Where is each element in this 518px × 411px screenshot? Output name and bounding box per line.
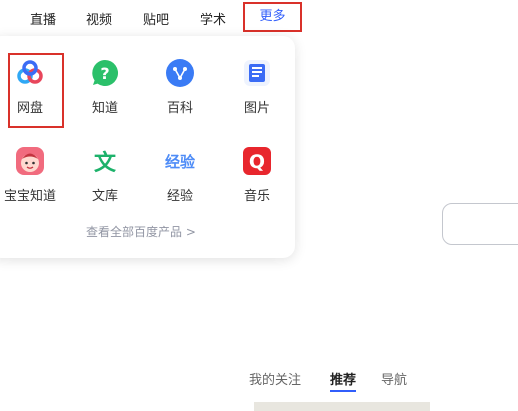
app-label: 百科: [166, 101, 193, 116]
svg-text:文: 文: [94, 150, 117, 176]
svg-text:Q: Q: [249, 151, 265, 173]
svg-text:?: ?: [100, 64, 109, 83]
tab-recommend[interactable]: 推荐: [330, 369, 356, 388]
question-icon: ?: [89, 57, 121, 89]
jingyan-icon: 经验: [160, 145, 200, 177]
app-label: 经验: [166, 189, 193, 204]
feed-thumbnail[interactable]: [254, 402, 430, 411]
more-button[interactable]: 更多: [243, 2, 302, 32]
baby-icon: [14, 145, 46, 177]
nav-item-academic[interactable]: 学术: [200, 9, 226, 28]
app-yinyue[interactable]: Q 音乐: [222, 145, 292, 204]
view-all-products-link[interactable]: 查看全部百度产品 >: [86, 223, 196, 240]
app-baobao-zhidao[interactable]: 宝宝知道: [0, 145, 65, 204]
baike-icon: [164, 57, 196, 89]
tab-navigation[interactable]: 导航: [381, 369, 407, 388]
music-icon: Q: [241, 145, 273, 177]
nav-item-video[interactable]: 视频: [86, 9, 112, 28]
app-wenku[interactable]: 文 文库: [70, 145, 140, 204]
app-jingyan[interactable]: 经验 经验: [145, 145, 215, 204]
app-label: 图片: [243, 101, 270, 116]
app-label: 宝宝知道: [3, 189, 56, 204]
app-zhidao[interactable]: ? 知道: [70, 57, 140, 116]
app-tupian[interactable]: 图片: [222, 57, 292, 116]
svg-text:经验: 经验: [165, 153, 196, 171]
app-label: 知道: [91, 101, 118, 116]
top-nav: 直播 视频 贴吧 学术 更多: [0, 0, 518, 36]
nav-item-live[interactable]: 直播: [30, 9, 56, 28]
search-input[interactable]: [442, 203, 518, 245]
more-label: 更多: [259, 9, 286, 24]
image-icon: [241, 57, 273, 89]
tab-following[interactable]: 我的关注: [249, 369, 301, 388]
app-label: 文库: [91, 189, 118, 204]
highlight-box: [8, 53, 64, 128]
wenku-icon: 文: [89, 145, 121, 177]
active-tab-indicator: [330, 390, 356, 392]
app-baike[interactable]: 百科: [145, 57, 215, 116]
app-label: 音乐: [243, 189, 270, 204]
nav-item-tieba[interactable]: 贴吧: [143, 9, 169, 28]
